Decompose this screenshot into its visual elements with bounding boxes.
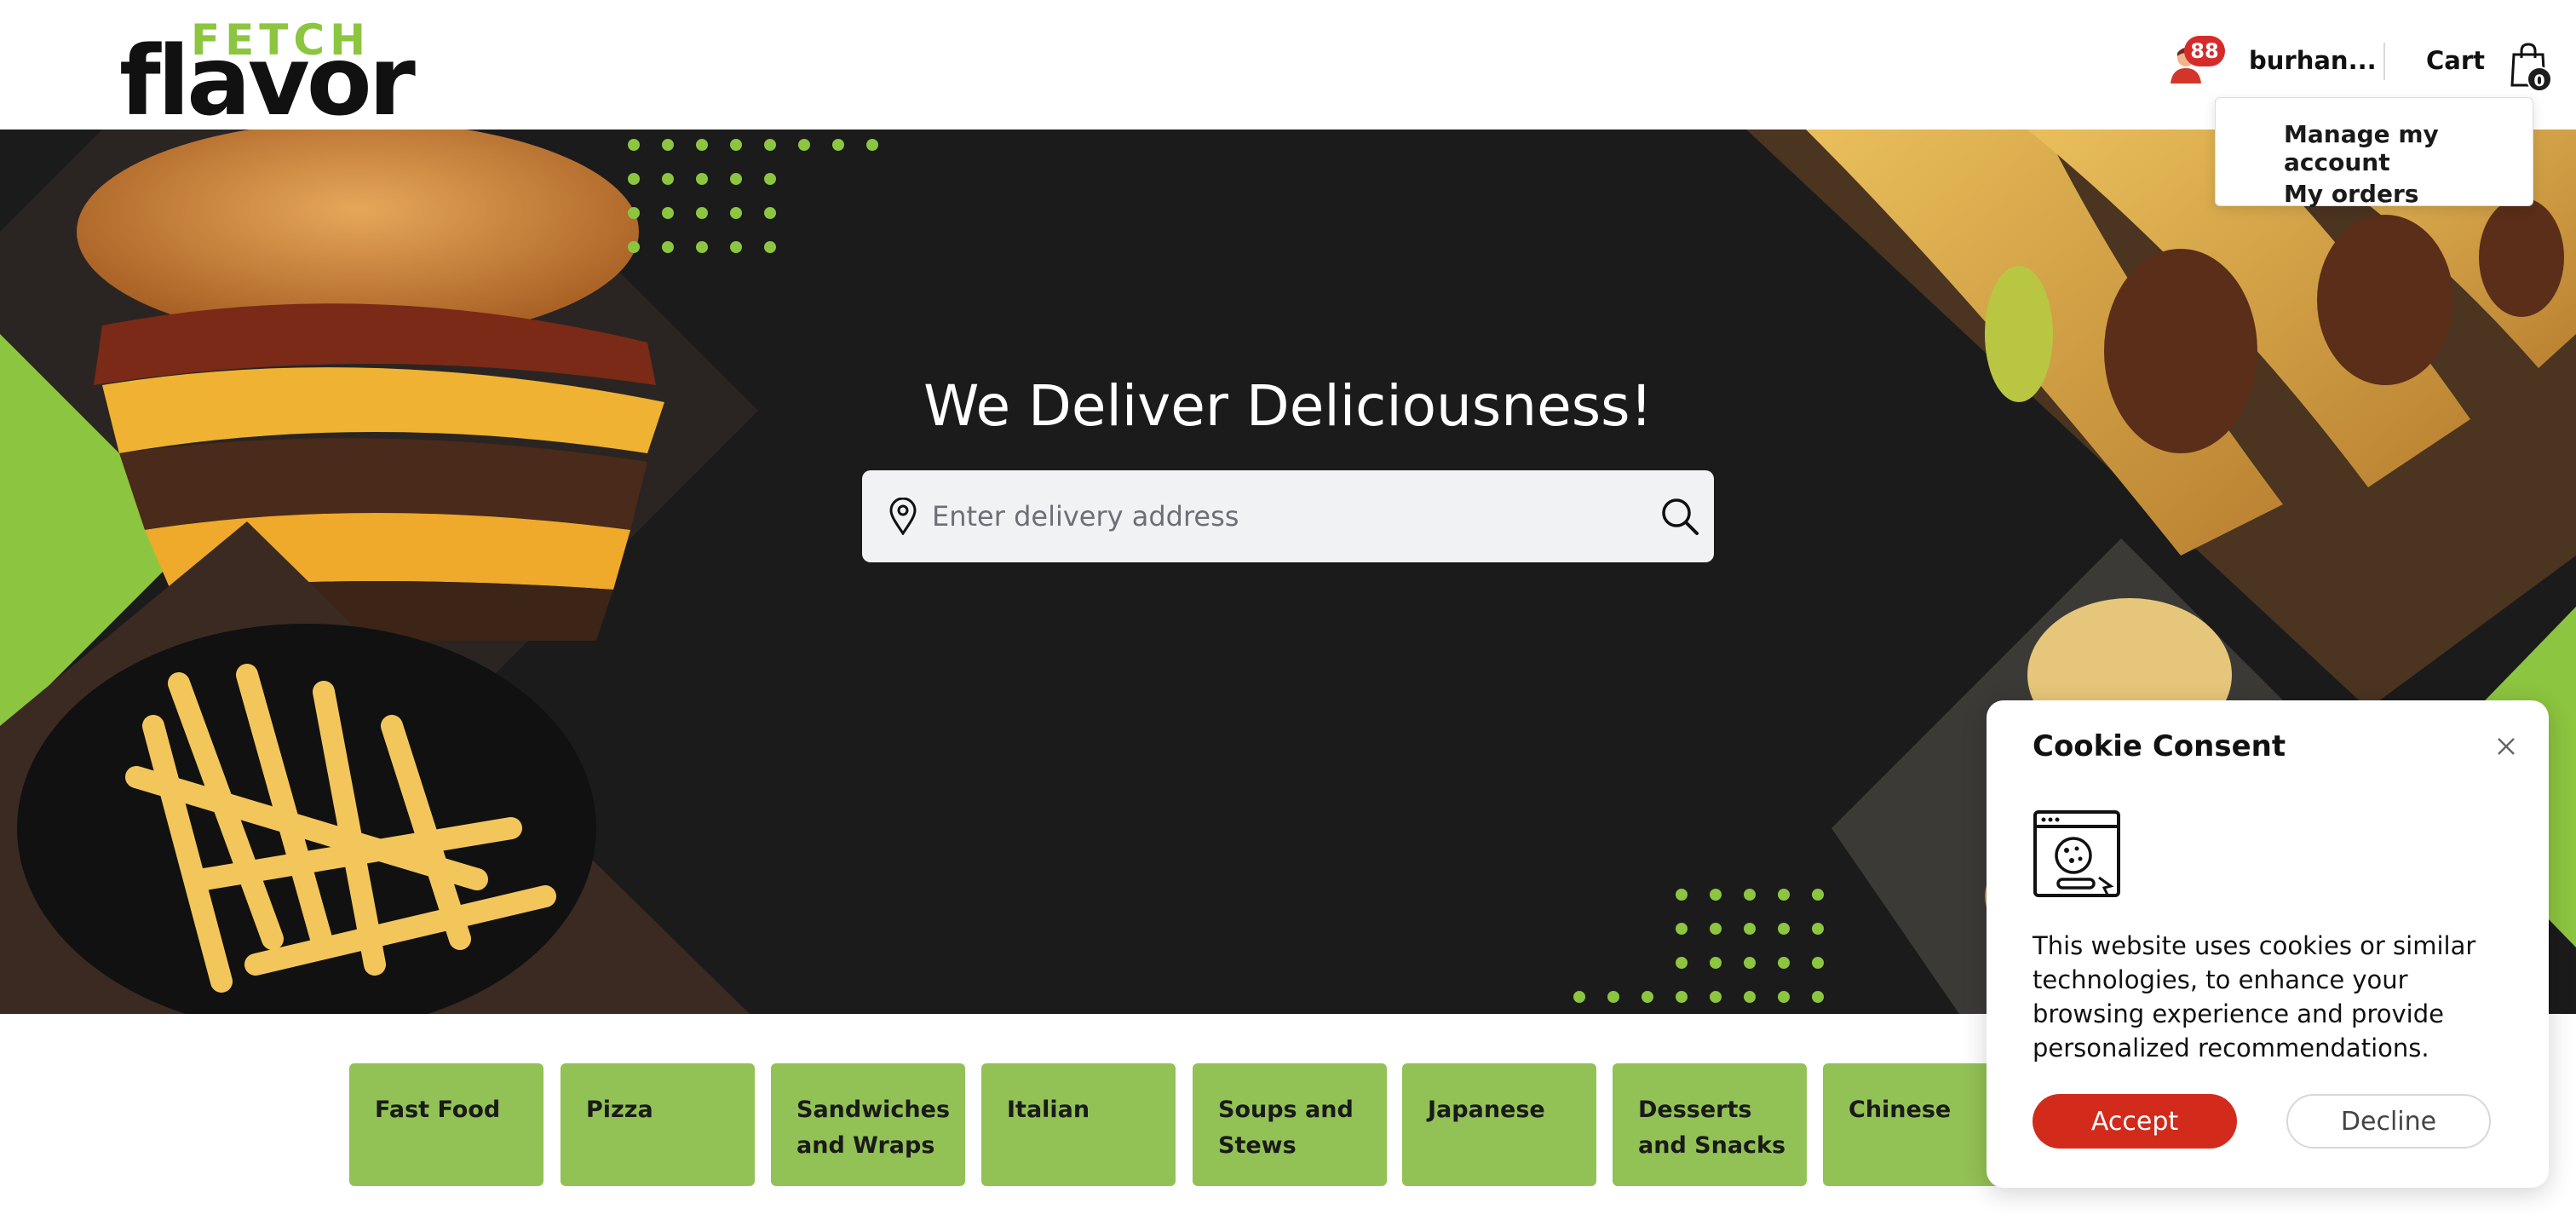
cookie-title: Cookie Consent	[2033, 729, 2286, 763]
cart-link[interactable]: Cart	[2426, 46, 2485, 75]
category-desserts-snacks[interactable]: Desserts and Snacks	[1613, 1063, 1807, 1186]
search-icon[interactable]	[1659, 496, 1700, 537]
menu-item-my-orders[interactable]: My orders	[2284, 180, 2418, 208]
category-pizza[interactable]: Pizza	[561, 1063, 755, 1186]
cookie-browser-icon	[2033, 810, 2120, 897]
category-soups-stews[interactable]: Soups and Stews	[1193, 1063, 1387, 1186]
notification-badge: 88	[2184, 36, 2225, 66]
decline-button[interactable]: Decline	[2286, 1094, 2491, 1149]
dots-pattern-bottom	[1573, 889, 1824, 1003]
location-pin-icon	[889, 498, 917, 535]
hero-title: We Deliver Deliciousness!	[923, 373, 1653, 439]
category-italian[interactable]: Italian	[981, 1063, 1176, 1186]
cookie-text: This website uses cookies or similar tec…	[2033, 931, 2476, 1062]
site-header: FETCH flavor 88 burhan... Cart 0	[0, 0, 2576, 130]
accept-button[interactable]: Accept	[2033, 1094, 2237, 1149]
logo[interactable]: FETCH flavor	[119, 15, 416, 130]
close-icon[interactable]	[2491, 731, 2521, 762]
cookie-consent-dialog: Cookie Consent This website uses cookies…	[1987, 700, 2549, 1188]
dots-pattern-top	[628, 139, 878, 253]
address-search-box	[862, 470, 1714, 562]
category-fast-food[interactable]: Fast Food	[349, 1063, 543, 1186]
account-dropdown: Manage my account My orders	[2215, 97, 2533, 208]
cart-count-badge: 0	[2527, 66, 2552, 92]
address-input[interactable]	[920, 487, 1627, 545]
username-menu[interactable]: burhan...	[2249, 46, 2377, 75]
logo-flavor-text: flavor	[119, 26, 416, 137]
category-japanese[interactable]: Japanese	[1402, 1063, 1596, 1186]
category-sandwiches-wraps[interactable]: Sandwiches and Wraps	[771, 1063, 965, 1186]
menu-item-manage-account[interactable]: Manage my account	[2284, 120, 2533, 176]
header-divider	[2383, 43, 2385, 80]
